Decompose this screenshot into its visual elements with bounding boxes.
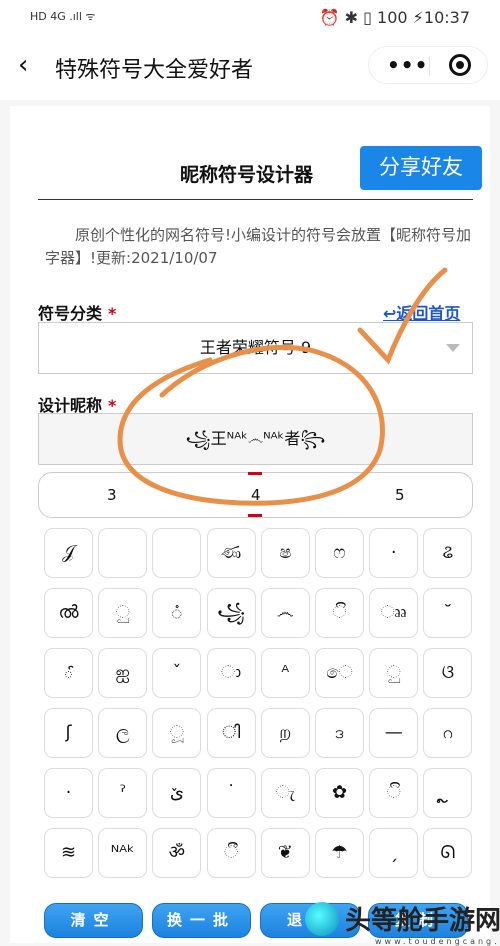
annotation-checkmark — [357, 267, 448, 365]
hand-drawn-annotation — [117, 267, 448, 506]
annotation-circle — [117, 344, 385, 506]
